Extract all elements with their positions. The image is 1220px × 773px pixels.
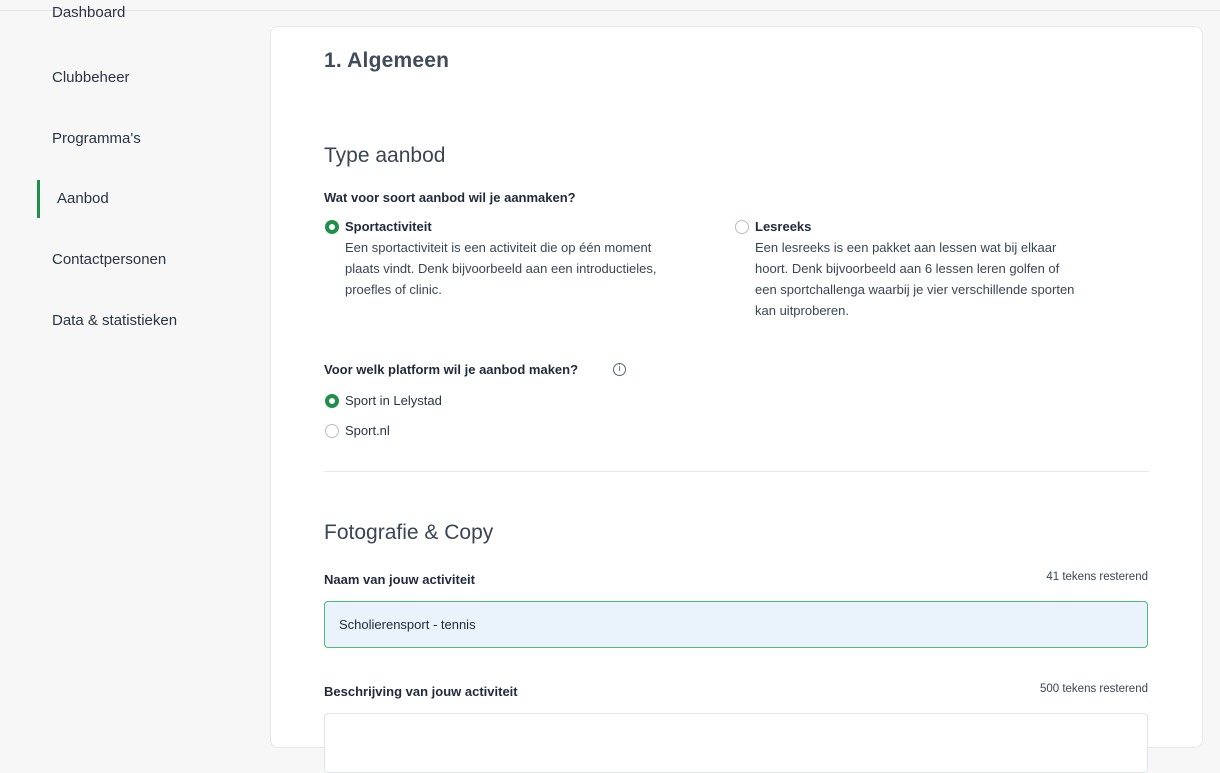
- sidebar-item-contactpersonen[interactable]: Contactpersonen: [52, 251, 166, 268]
- type-aanbod-question: Wat voor soort aanbod wil je aanmaken?: [324, 190, 576, 205]
- description-line: kan uitproberen.: [755, 303, 849, 318]
- description-line: Een lesreeks is een pakket aan lessen wa…: [755, 240, 1057, 255]
- sidebar-item-clubbeheer[interactable]: Clubbeheer: [52, 69, 130, 86]
- description-line: Een sportactiviteit is een activiteit di…: [345, 240, 652, 255]
- sidebar-item-data-statistieken[interactable]: Data & statistieken: [52, 312, 177, 329]
- section-title: 1. Algemeen: [324, 49, 450, 72]
- beschrijving-label: Beschrijving van jouw activiteit: [324, 684, 518, 699]
- info-icon[interactable]: i: [613, 363, 626, 376]
- beschrijving-char-counter: 500 tekens resterend: [1039, 683, 1148, 695]
- description-line: een sportchallenga waarbij je vier versc…: [755, 282, 1075, 297]
- option-sportactiviteit-description: Een sportactiviteit is een activiteit di…: [345, 237, 745, 300]
- radio-sport-nl[interactable]: [325, 424, 339, 438]
- description-line: hoort. Denk bijvoorbeeld aan 6 lessen le…: [755, 261, 1060, 276]
- section-divider: [324, 471, 1149, 472]
- radio-sportactiviteit[interactable]: [325, 220, 339, 234]
- option-lesreeks-description: Een lesreeks is een pakket aan lessen wa…: [755, 237, 1175, 321]
- option-lesreeks-title[interactable]: Lesreeks: [755, 219, 811, 234]
- sidebar-item-aanbod[interactable]: Aanbod: [57, 190, 109, 207]
- type-aanbod-heading: Type aanbod: [324, 144, 446, 167]
- sidebar-active-indicator: [37, 180, 40, 218]
- naam-input[interactable]: Scholierensport - tennis: [324, 601, 1148, 648]
- sidebar-item-programmas[interactable]: Programma's: [52, 130, 141, 147]
- platform-question: Voor welk platform wil je aanbod maken?: [324, 362, 579, 377]
- radio-sport-in-lelystad[interactable]: [325, 394, 339, 408]
- description-line: proefles of clinic.: [345, 282, 442, 297]
- naam-char-counter: 41 tekens resterend: [1046, 571, 1148, 583]
- description-line: plaats vindt. Denk bijvoorbeeld aan een …: [345, 261, 657, 276]
- form-card: 1. Algemeen Type aanbod Wat voor soort a…: [270, 26, 1203, 773]
- naam-label: Naam van jouw activiteit: [324, 572, 475, 587]
- option-sportactiviteit-title[interactable]: Sportactiviteit: [345, 219, 432, 234]
- sidebar: Dashboard Clubbeheer Programma's Aanbod …: [0, 0, 260, 729]
- foto-copy-heading: Fotografie & Copy: [324, 521, 494, 544]
- radio-lesreeks[interactable]: [735, 220, 749, 234]
- sidebar-item-dashboard[interactable]: Dashboard: [52, 4, 125, 21]
- option-sport-nl-label[interactable]: Sport.nl: [345, 423, 390, 438]
- beschrijving-textarea[interactable]: [324, 713, 1148, 773]
- option-sport-in-lelystad-label[interactable]: Sport in Lelystad: [345, 393, 442, 408]
